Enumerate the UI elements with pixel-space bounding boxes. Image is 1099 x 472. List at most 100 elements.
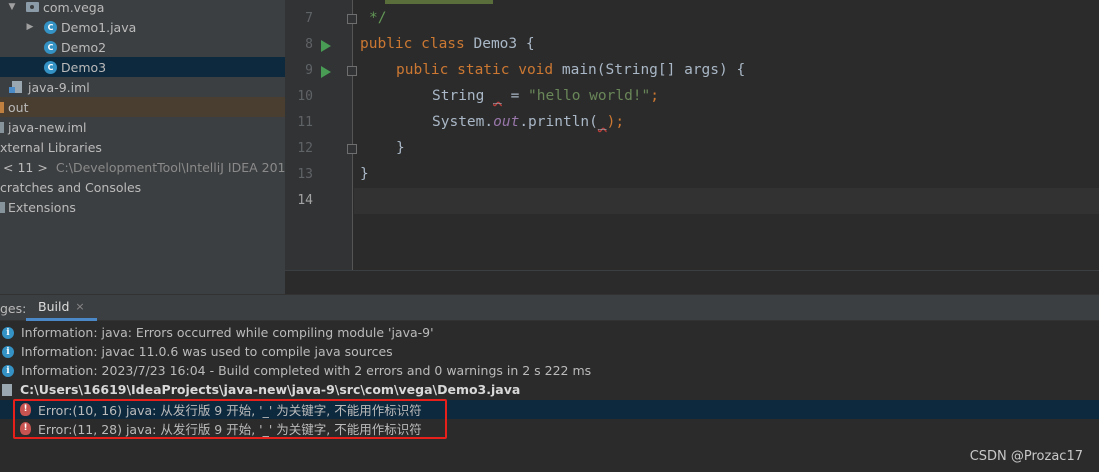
keyword: public class [360, 36, 465, 52]
code-text: } [360, 166, 369, 182]
static-field: out [493, 114, 520, 130]
message-text: C:\Users\16619\IdeaProjects\java-new\jav… [20, 382, 521, 397]
build-message-error[interactable]: ! Error:(10, 16) java: 从发行版 9 开始, '_' 为关… [0, 400, 1099, 419]
module-file-icon [0, 121, 4, 133]
tree-item-sdk[interactable]: < 11 > C:\DevelopmentTool\IntelliJ IDEA … [0, 157, 285, 177]
sdk-path: C:\DevelopmentTool\IntelliJ IDEA 2019.3 [55, 159, 285, 175]
tab-label: Build [38, 299, 70, 314]
message-text: Information: 2023/7/23 16:04 - Build com… [21, 363, 592, 378]
line-number: 12 [297, 141, 313, 156]
tree-item-package[interactable]: ▼ com.vega [0, 0, 285, 17]
fold-icon[interactable] [347, 66, 357, 76]
package-folder-icon [26, 2, 39, 12]
message-text: Information: javac 11.0.6 was used to co… [21, 344, 393, 359]
run-main-icon[interactable] [321, 66, 331, 78]
error-icon: ! [20, 422, 31, 435]
close-icon[interactable]: × [75, 300, 84, 313]
run-class-icon[interactable] [321, 40, 331, 52]
code-line-7: */ [369, 10, 386, 26]
semicolon: ); [606, 114, 625, 130]
tree-item-java-new-iml[interactable]: java-new.iml [0, 117, 285, 137]
extensions-folder-icon [0, 201, 5, 213]
java-class-icon: C [44, 60, 57, 74]
code-text: main(String[] args) { [553, 62, 746, 78]
line-number: 11 [297, 115, 313, 130]
build-tool-header: ges: Build × [0, 295, 1099, 321]
tree-item-demo2[interactable]: C Demo2 [0, 37, 285, 57]
info-icon: i [2, 345, 14, 358]
line-number: 9 [305, 63, 313, 78]
tree-item-out[interactable]: out [0, 97, 285, 117]
message-text: Error:(11, 28) java: 从发行版 9 开始, '_' 为关键字… [38, 422, 422, 437]
comment-end: */ [369, 10, 387, 26]
code-text: .println( [519, 114, 598, 130]
build-message-info[interactable]: i Information: javac 11.0.6 was used to … [0, 342, 1099, 361]
fold-icon[interactable] [347, 144, 357, 154]
tree-item-label: Demo2 [61, 39, 107, 55]
string-literal: "hello world!" [528, 88, 651, 104]
current-line-highlight [354, 188, 1099, 214]
code-line-12: } [396, 140, 405, 156]
code-text: String [432, 88, 494, 104]
code-line-11: System.out.println(_); [432, 114, 624, 130]
selection-marker [385, 0, 493, 4]
tree-item-label: java-9.iml [28, 79, 90, 95]
build-message-file[interactable]: C:\Users\16619\IdeaProjects\java-new\jav… [0, 380, 1099, 399]
header-prefix: ges: [0, 301, 27, 316]
build-tool-window: ges: Build × i Information: java: Errors… [0, 294, 1099, 472]
line-number: 14 [297, 193, 313, 208]
tree-item-label: out [8, 99, 29, 115]
tree-item-label: xternal Libraries [0, 139, 102, 155]
code-text: = [501, 88, 529, 104]
line-number: 10 [297, 89, 313, 104]
info-icon: i [2, 364, 14, 377]
message-text: Error:(10, 16) java: 从发行版 9 开始, '_' 为关键字… [38, 403, 422, 418]
tab-build[interactable]: Build × [26, 295, 97, 321]
line-number: 7 [305, 11, 313, 26]
tree-item-external-libraries[interactable]: xternal Libraries [0, 137, 285, 157]
error-underlined-identifier: _ [493, 88, 502, 104]
code-text: Demo3 { [464, 36, 535, 52]
excluded-folder-icon [0, 101, 4, 113]
code-line-13: } [360, 166, 369, 182]
build-message-error[interactable]: ! Error:(11, 28) java: 从发行版 9 开始, '_' 为关… [0, 419, 1099, 438]
watermark: CSDN @Prozac17 [969, 449, 1083, 464]
code-line-8: public class Demo3 { [360, 36, 535, 52]
tree-item-extensions[interactable]: Extensions [0, 197, 285, 217]
java-class-icon: C [44, 20, 57, 34]
code-text: } [396, 140, 405, 156]
fold-icon[interactable] [347, 14, 357, 24]
tree-item-demo1[interactable]: ▶ C Demo1.java [0, 17, 285, 37]
project-tree-panel: ▼ com.vega ▶ C Demo1.java C Demo2 C Demo… [0, 0, 285, 294]
error-icon: ! [20, 403, 31, 416]
line-number: 13 [297, 167, 313, 182]
keyword: public static void [396, 62, 554, 78]
module-file-icon [9, 81, 22, 93]
code-line-9: public static void main(String[] args) { [396, 62, 745, 78]
message-text: Information: java: Errors occurred while… [21, 325, 434, 340]
tree-item-label: < 11 > [3, 159, 48, 175]
tree-item-label: cratches and Consoles [0, 179, 142, 195]
editor-gutter: 7 8 9 10 11 12 13 14 [285, 0, 357, 270]
line-number: 8 [305, 37, 313, 52]
build-message-info[interactable]: i Information: java: Errors occurred whi… [0, 323, 1099, 342]
editor-bottom-area [285, 270, 1099, 294]
tree-item-label: Demo1.java [61, 19, 137, 35]
build-message-info[interactable]: i Information: 2023/7/23 16:04 - Build c… [0, 361, 1099, 380]
tree-item-java9-iml[interactable]: java-9.iml [0, 77, 285, 97]
error-underlined-identifier: _ [597, 114, 607, 130]
tree-item-scratches[interactable]: cratches and Consoles [0, 177, 285, 197]
code-text: System. [432, 114, 494, 130]
tree-item-label: Extensions [8, 199, 76, 215]
code-editor[interactable]: 7 8 9 10 11 12 13 14 */ public class Dem… [285, 0, 1099, 294]
java-class-icon: C [44, 40, 57, 54]
collapse-arrow-icon[interactable]: ▶ [24, 22, 36, 32]
code-line-10: String _ = "hello world!"; [432, 88, 659, 104]
expand-arrow-icon[interactable]: ▼ [6, 2, 18, 12]
semicolon: ; [650, 88, 659, 104]
tree-item-label: java-new.iml [8, 119, 87, 135]
java-file-icon [2, 383, 12, 396]
tree-item-label: Demo3 [61, 59, 107, 75]
tree-item-label: com.vega [43, 0, 105, 15]
tree-item-demo3[interactable]: C Demo3 [0, 57, 285, 77]
